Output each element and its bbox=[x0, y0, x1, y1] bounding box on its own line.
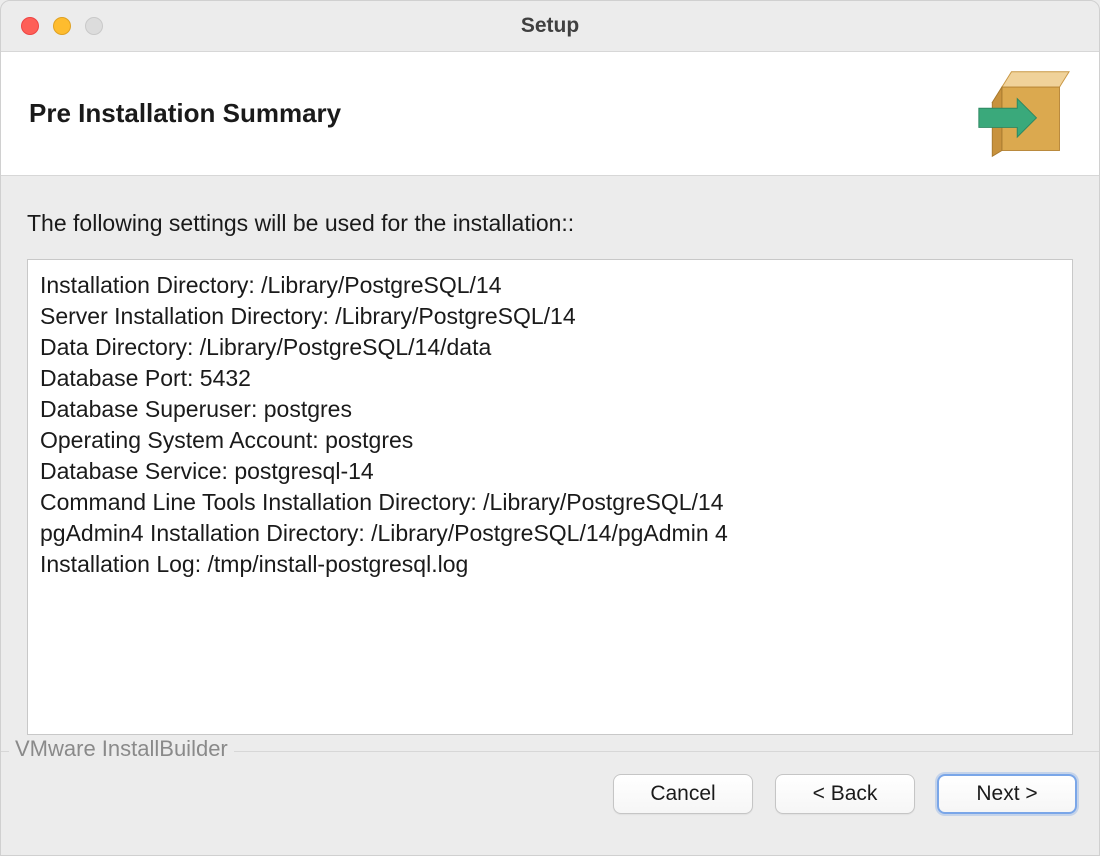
summary-line: Database Superuser: postgres bbox=[40, 394, 1060, 425]
brand-label: VMware InstallBuilder bbox=[9, 736, 234, 762]
page-title: Pre Installation Summary bbox=[29, 98, 341, 129]
traffic-lights bbox=[21, 17, 103, 35]
cancel-button[interactable]: Cancel bbox=[613, 774, 753, 814]
back-button[interactable]: < Back bbox=[775, 774, 915, 814]
summary-line: Database Service: postgresql-14 bbox=[40, 456, 1060, 487]
maximize-icon bbox=[85, 17, 103, 35]
window-title: Setup bbox=[1, 14, 1099, 38]
summary-textarea[interactable]: Installation Directory: /Library/Postgre… bbox=[27, 259, 1073, 735]
summary-line: Operating System Account: postgres bbox=[40, 425, 1060, 456]
summary-line: Data Directory: /Library/PostgreSQL/14/d… bbox=[40, 332, 1060, 363]
summary-line: Database Port: 5432 bbox=[40, 363, 1060, 394]
intro-text: The following settings will be used for … bbox=[27, 210, 1073, 237]
summary-line: pgAdmin4 Installation Directory: /Librar… bbox=[40, 518, 1060, 549]
window-titlebar: Setup bbox=[1, 1, 1099, 51]
summary-line: Server Installation Directory: /Library/… bbox=[40, 301, 1060, 332]
next-button[interactable]: Next > bbox=[937, 774, 1077, 814]
header: Pre Installation Summary bbox=[1, 51, 1099, 176]
installer-box-icon bbox=[975, 66, 1071, 162]
summary-line: Installation Directory: /Library/Postgre… bbox=[40, 270, 1060, 301]
close-icon[interactable] bbox=[21, 17, 39, 35]
footer-separator: VMware InstallBuilder bbox=[1, 751, 1099, 752]
summary-line: Command Line Tools Installation Director… bbox=[40, 487, 1060, 518]
content-area: The following settings will be used for … bbox=[1, 176, 1099, 735]
summary-line: Installation Log: /tmp/install-postgresq… bbox=[40, 549, 1060, 580]
minimize-icon[interactable] bbox=[53, 17, 71, 35]
